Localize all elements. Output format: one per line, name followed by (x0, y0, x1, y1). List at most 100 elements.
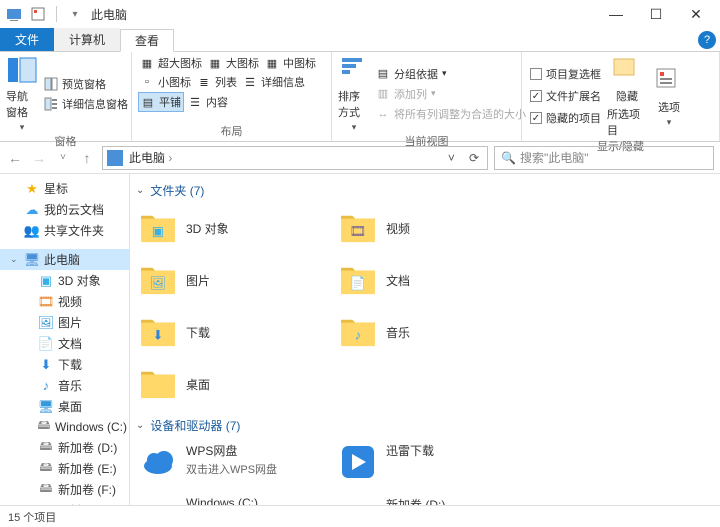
details-pane-icon (44, 97, 58, 111)
section-header-drives[interactable]: ⌄ 设备和驱动器 (7) (136, 417, 714, 434)
content-pane[interactable]: ⌄ 文件夹 (7) ▣ 3D 对象 🎞 视频 🖼 图片 📄 文档 ⬇ 下载 ♪ … (130, 174, 720, 505)
sidebar-item[interactable]: ★ 星标 (0, 178, 129, 199)
sidebar-item-label: 新加卷 (D:) (58, 439, 117, 456)
sidebar-item[interactable]: ▣ 3D 对象 (0, 270, 129, 291)
layout-sm-button[interactable]: ▫小图标 (138, 73, 193, 91)
preview-pane-button[interactable]: 预览窗格 (42, 75, 130, 93)
navigation-bar: ← → ˅ ↑ 此电脑 › ˅ ⟳ 🔍 搜索"此电脑" (0, 142, 720, 174)
body: ★ 星标 ☁ 我的云文档 👥 共享文件夹 ⌄ 🖥 此电脑 ▣ 3D 对象 🎞 视频… (0, 174, 720, 505)
sidebar-item[interactable]: ♪ 音乐 (0, 375, 129, 396)
add-columns-button[interactable]: ▥添加列 ▾ (374, 85, 528, 103)
folder-item[interactable]: ⬇ 下载 (136, 309, 336, 355)
sidebar-item-label: 视频 (58, 293, 82, 310)
sidebar-item[interactable]: ⬇ 下载 (0, 354, 129, 375)
options-button[interactable]: 选项 ▾ (651, 54, 687, 138)
back-button[interactable]: ← (6, 150, 24, 166)
svg-text:🖼: 🖼 (150, 276, 167, 291)
sidebar-item-icon: 📄 (38, 336, 54, 352)
drive-item[interactable]: Windows (C:) 20.6 GB 可用，共 178 GB (136, 494, 336, 505)
sidebar-item[interactable]: ☁ 我的云文档 (0, 199, 129, 220)
folder-item[interactable]: ▣ 3D 对象 (136, 205, 336, 251)
sort-button[interactable]: 排序方式 ▾ (338, 54, 370, 133)
sidebar-item[interactable]: 🖼 图片 (0, 312, 129, 333)
group-label-layout: 布局 (138, 123, 325, 141)
navigation-pane[interactable]: ★ 星标 ☁ 我的云文档 👥 共享文件夹 ⌄ 🖥 此电脑 ▣ 3D 对象 🎞 视频… (0, 174, 130, 505)
address-icon (107, 150, 123, 166)
layout-tiles-button[interactable]: ▤平铺 (138, 92, 184, 112)
section-header-folders[interactable]: ⌄ 文件夹 (7) (136, 182, 714, 199)
minimize-button[interactable]: — (596, 0, 636, 28)
maximize-button[interactable]: ☐ (636, 0, 676, 28)
sidebar-item-icon: 🖴 (38, 503, 54, 506)
drive-item[interactable]: 新加卷 (D:) 47.4 GB 可用，共 50.9 (336, 494, 536, 505)
details-pane-button[interactable]: 详细信息窗格 (42, 95, 130, 113)
properties-icon[interactable] (28, 4, 48, 24)
close-button[interactable]: ✕ (676, 0, 716, 28)
hide-selected-button[interactable]: 隐藏 所选项目 (607, 54, 647, 138)
sidebar-item[interactable]: 🖴 新加卷 (D:) (0, 437, 129, 458)
sidebar-item[interactable]: 🖴 Windows (C:) (0, 417, 129, 437)
folder-label: 图片 (186, 272, 210, 289)
folder-item[interactable]: 🎞 视频 (336, 205, 536, 251)
sidebar-item-icon: 🎞 (38, 294, 54, 310)
address-dropdown[interactable]: ˅ (444, 151, 459, 165)
layout-list-button[interactable]: ≣列表 (195, 73, 239, 91)
folder-item[interactable]: 🖼 图片 (136, 257, 336, 303)
drive-item[interactable]: 迅雷下载 (336, 440, 536, 484)
folder-icon: ▣ (138, 209, 178, 247)
checkbox-icon: ✓ (530, 112, 542, 124)
layout-xl-button[interactable]: ▦超大图标 (138, 54, 204, 72)
folder-item[interactable]: 📄 文档 (336, 257, 536, 303)
sidebar-item[interactable]: 🎞 视频 (0, 291, 129, 312)
sidebar-item[interactable]: 🖴 新加卷 (F:) (0, 479, 129, 500)
sidebar-item-label: 3D 对象 (58, 272, 101, 289)
svg-text:♪: ♪ (355, 328, 362, 343)
drive-icon (338, 496, 378, 505)
tab-file[interactable]: 文件 (0, 28, 54, 51)
layout-md-button[interactable]: ▦中图标 (263, 54, 318, 72)
svg-text:⬇: ⬇ (152, 328, 163, 343)
sidebar-item[interactable]: ⌄ 🖥 此电脑 (0, 249, 129, 270)
sidebar-item-label: 资料 (G:) (58, 502, 106, 505)
up-button[interactable]: ↑ (78, 150, 96, 166)
nav-pane-button[interactable]: 导航窗格 ▾ (6, 54, 38, 133)
checkbox-extensions[interactable]: ✓文件扩展名 (528, 87, 603, 105)
tab-computer[interactable]: 计算机 (54, 28, 120, 51)
layout-lg-button[interactable]: ▦大图标 (206, 54, 261, 72)
sidebar-item-label: Windows (C:) (55, 420, 127, 434)
sidebar-item[interactable]: 👥 共享文件夹 (0, 220, 129, 241)
layout-content-button[interactable]: ☰内容 (186, 92, 230, 112)
search-box[interactable]: 🔍 搜索"此电脑" (494, 146, 714, 170)
sidebar-item[interactable]: 🖴 资料 (G:) (0, 500, 129, 505)
status-bar: 15 个项目 (0, 505, 720, 527)
forward-button[interactable]: → (30, 150, 48, 166)
tab-view[interactable]: 查看 (120, 29, 174, 52)
sidebar-item[interactable]: 🖥 桌面 (0, 396, 129, 417)
sidebar-item-icon: ♪ (38, 378, 54, 394)
folder-item[interactable]: ♪ 音乐 (336, 309, 536, 355)
quick-access-toolbar: ▾ (4, 4, 85, 24)
sidebar-item[interactable]: 📄 文档 (0, 333, 129, 354)
sidebar-item-label: 此电脑 (44, 251, 80, 268)
drive-item[interactable]: WPS网盘 双击进入WPS网盘 (136, 440, 336, 484)
refresh-button[interactable]: ⟳ (465, 151, 483, 165)
qat-dropdown-icon[interactable]: ▾ (65, 4, 85, 24)
checkbox-hidden-items[interactable]: ✓隐藏的项目 (528, 109, 603, 127)
sidebar-item-icon: 👥 (24, 223, 40, 239)
sidebar-item-label: 音乐 (58, 377, 82, 394)
sidebar-item-label: 共享文件夹 (44, 222, 104, 239)
folder-item[interactable]: 桌面 (136, 361, 336, 407)
recent-dropdown[interactable]: ˅ (54, 152, 72, 163)
help-icon[interactable]: ? (698, 31, 716, 49)
group-by-button[interactable]: ▤分组依据 ▾ (374, 65, 528, 83)
title-bar: ▾ 此电脑 — ☐ ✕ (0, 0, 720, 28)
sidebar-item-icon: 🖴 (37, 419, 51, 435)
sidebar-item[interactable]: 🖴 新加卷 (E:) (0, 458, 129, 479)
sidebar-item-icon: 🖴 (38, 482, 54, 498)
checkbox-item-boxes[interactable]: 项目复选框 (528, 65, 603, 83)
fit-columns-button[interactable]: ↔将所有列调整为合适的大小 (374, 105, 528, 123)
sidebar-item-icon: 🖴 (38, 440, 54, 456)
layout-detail-button[interactable]: ☰详细信息 (241, 73, 307, 91)
chevron-down-icon: ⌄ (136, 185, 144, 196)
address-bar[interactable]: 此电脑 › ˅ ⟳ (102, 146, 488, 170)
